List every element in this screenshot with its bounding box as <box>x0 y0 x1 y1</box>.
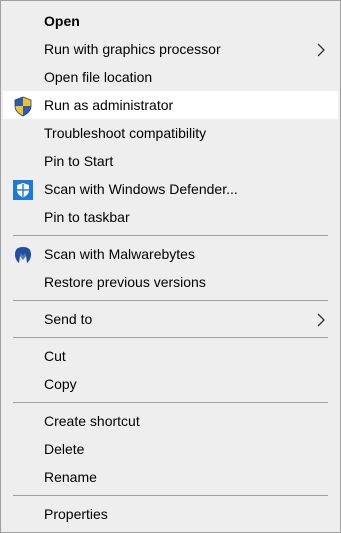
menu-separator <box>13 402 328 403</box>
menu-item-label: Run as administrator <box>44 97 174 113</box>
menu-item-run-with-graphics-processor[interactable]: Run with graphics processor <box>3 35 338 63</box>
menu-item-label: Pin to taskbar <box>44 209 130 225</box>
menu-item-label: Send to <box>44 311 93 327</box>
uac-shield-icon <box>14 96 32 117</box>
menu-item-label: Copy <box>44 376 77 392</box>
menu-item-label: Create shortcut <box>44 413 140 429</box>
menu-item-label: Open <box>44 13 80 29</box>
menu-item-open[interactable]: Open <box>3 7 338 35</box>
menu-item-pin-to-taskbar[interactable]: Pin to taskbar <box>3 203 338 231</box>
menu-item-cut[interactable]: Cut <box>3 342 338 370</box>
menu-item-label: Restore previous versions <box>44 274 206 290</box>
malwarebytes-icon <box>15 247 31 263</box>
menu-item-create-shortcut[interactable]: Create shortcut <box>3 407 338 435</box>
menu-item-properties[interactable]: Properties <box>3 500 338 528</box>
menu-item-label: Delete <box>44 441 85 457</box>
menu-item-open-file-location[interactable]: Open file location <box>3 63 338 91</box>
menu-item-copy[interactable]: Copy <box>3 370 338 398</box>
chevron-right-icon <box>317 43 325 57</box>
chevron-right-icon <box>317 313 325 327</box>
menu-item-scan-with-windows-defender[interactable]: Scan with Windows Defender... <box>3 175 338 203</box>
windows-defender-icon <box>13 180 33 200</box>
menu-separator <box>13 337 328 338</box>
menu-item-label: Pin to Start <box>44 153 114 169</box>
menu-item-label: Rename <box>44 469 97 485</box>
menu-item-label: Scan with Malwarebytes <box>44 246 195 262</box>
menu-item-troubleshoot-compatibility[interactable]: Troubleshoot compatibility <box>3 119 338 147</box>
menu-item-label: Open file location <box>44 69 153 85</box>
menu-separator <box>13 235 328 236</box>
menu-item-scan-with-malwarebytes[interactable]: Scan with Malwarebytes <box>3 240 338 268</box>
menu-item-label: Run with graphics processor <box>44 41 221 57</box>
menu-item-label: Properties <box>44 506 108 522</box>
menu-separator <box>13 300 328 301</box>
menu-item-run-as-administrator[interactable]: Run as administrator <box>3 91 338 119</box>
context-menu: Open Run with graphics processor Open fi… <box>0 0 341 533</box>
menu-item-send-to[interactable]: Send to <box>3 305 338 333</box>
menu-item-label: Troubleshoot compatibility <box>44 125 207 141</box>
menu-item-restore-previous-versions[interactable]: Restore previous versions <box>3 268 338 296</box>
menu-item-label: Scan with Windows Defender... <box>44 181 238 197</box>
menu-item-rename[interactable]: Rename <box>3 463 338 491</box>
menu-item-pin-to-start[interactable]: Pin to Start <box>3 147 338 175</box>
menu-item-label: Cut <box>44 348 66 364</box>
menu-separator <box>13 495 328 496</box>
menu-item-delete[interactable]: Delete <box>3 435 338 463</box>
